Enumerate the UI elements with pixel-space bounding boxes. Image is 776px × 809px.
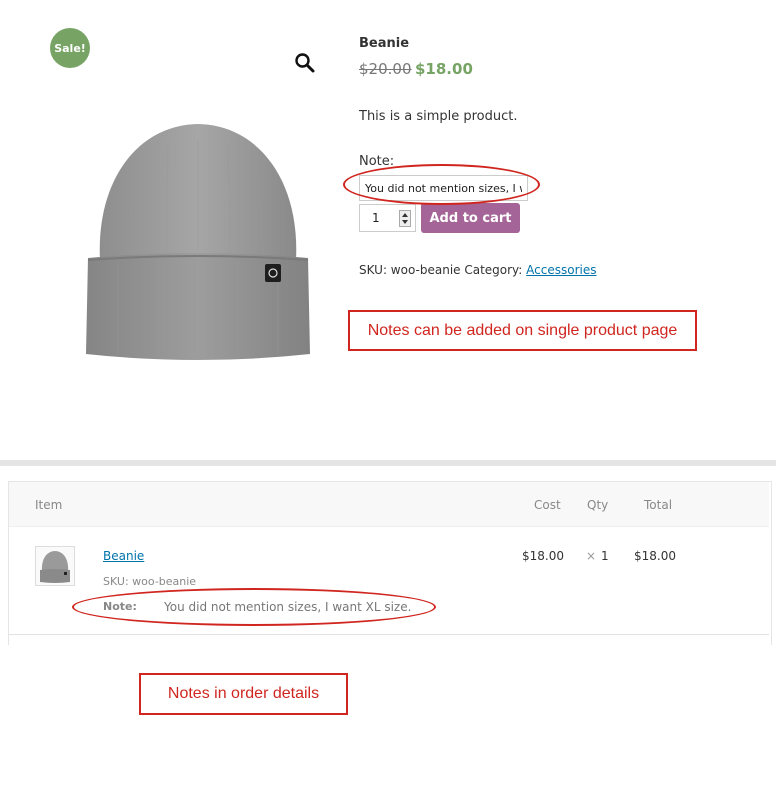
item-note-value: You did not mention sizes, I want XL siz… (164, 600, 412, 614)
times-sign: × (586, 549, 597, 563)
sku-category-text: SKU: woo-beanie Category: (359, 263, 523, 277)
item-qty: 1 (601, 549, 609, 563)
quantity-stepper[interactable]: 1 (359, 204, 416, 232)
product-image[interactable] (78, 110, 318, 370)
item-total: $18.00 (634, 549, 676, 563)
column-qty[interactable]: Qty (587, 498, 608, 512)
item-name-link[interactable]: Beanie (103, 549, 144, 563)
sale-price: $18.00 (415, 60, 473, 78)
annotation-single-product: Notes can be added on single product pag… (348, 310, 697, 351)
item-note-label: Note: (103, 600, 137, 613)
search-icon[interactable] (294, 52, 316, 74)
section-divider (0, 460, 776, 466)
column-total[interactable]: Total (644, 498, 672, 512)
increment-arrow-icon[interactable] (402, 213, 408, 217)
quantity-spinner[interactable] (399, 210, 411, 227)
annotation-order-details: Notes in order details (139, 673, 348, 715)
item-thumbnail[interactable] (35, 546, 75, 586)
add-to-cart-button[interactable]: Add to cart (421, 203, 520, 233)
product-meta: SKU: woo-beanie Category: Accessories (359, 263, 597, 277)
note-field[interactable] (359, 175, 528, 201)
category-link[interactable]: Accessories (526, 263, 596, 277)
regular-price: $20.00 (359, 60, 412, 78)
item-sku: SKU: woo-beanie (103, 575, 197, 588)
column-item[interactable]: Item (35, 498, 62, 512)
note-label: Note: (359, 154, 395, 169)
product-title: Beanie (359, 36, 410, 51)
item-cost: $18.00 (522, 549, 564, 563)
decrement-arrow-icon[interactable] (402, 220, 408, 224)
quantity-value[interactable]: 1 (372, 211, 380, 225)
sale-badge: Sale! (50, 28, 90, 68)
row-separator (9, 634, 769, 635)
column-cost[interactable]: Cost (534, 498, 561, 512)
product-description: This is a simple product. (359, 109, 518, 124)
